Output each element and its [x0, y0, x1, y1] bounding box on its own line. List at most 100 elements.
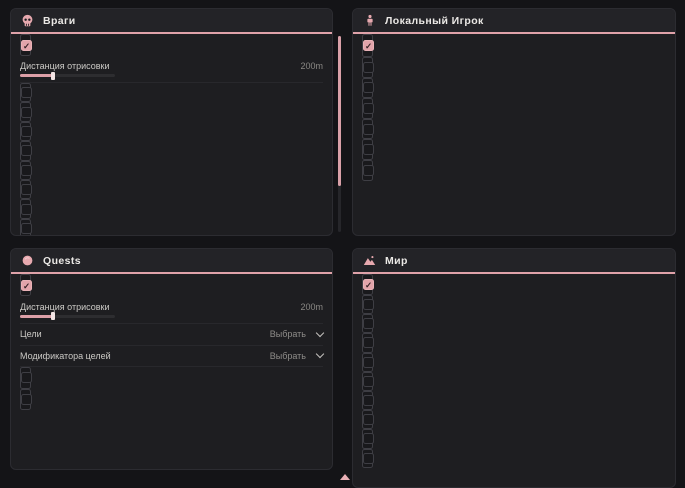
checkbox[interactable]	[363, 395, 374, 406]
skull-icon	[21, 14, 34, 27]
checkbox[interactable]: ✓	[21, 40, 32, 51]
dropdown-value: Выбрать	[270, 329, 306, 339]
checkbox[interactable]: ✓	[363, 40, 374, 51]
dropdown[interactable]: Выбрать	[270, 329, 323, 339]
checkbox-row: Скелет	[20, 180, 31, 199]
slider-fill	[20, 74, 53, 77]
checkbox[interactable]	[363, 124, 374, 135]
slider-label-line: Дистанция отрисовки 200m	[20, 302, 323, 312]
slider[interactable]	[20, 315, 115, 318]
panel-world: Мир Включить✓Источник светаСмена атмосфе…	[352, 248, 676, 488]
checkbox[interactable]	[21, 204, 32, 215]
checkbox-row: Включить✓	[20, 274, 31, 296]
slider-row: Дистанция отрисовки 200m	[20, 56, 323, 83]
slider-fill	[20, 315, 53, 318]
checkbox-row: Показывать мины	[362, 410, 373, 429]
checkbox[interactable]: ✓	[21, 280, 32, 291]
panel-local-player-header: Локальный Игрок	[353, 9, 675, 34]
checkbox-row: Чамс	[20, 122, 31, 141]
checkbox[interactable]	[363, 453, 374, 464]
checkbox[interactable]	[363, 433, 374, 444]
slider-value: 200m	[300, 61, 323, 71]
checkbox-row: Показать зоны снайперов	[362, 429, 373, 448]
checkbox-row: Линия обзора	[20, 199, 31, 218]
setting-label: Цели	[20, 329, 42, 339]
scroll-up-icon[interactable]	[340, 474, 350, 480]
checkbox-row: Показывать стационарное оружие	[362, 391, 373, 410]
checkbox[interactable]	[21, 107, 32, 118]
checkbox-row: Источник света	[362, 295, 373, 314]
checkbox-row: Полоска боезапаса	[20, 161, 31, 180]
checkbox[interactable]	[363, 165, 374, 176]
slider-value: 200m	[300, 302, 323, 312]
checkbox[interactable]	[363, 337, 374, 348]
checkbox[interactable]	[363, 318, 374, 329]
checkbox-row: Показать точки выхода	[362, 449, 373, 468]
checkbox-row: Показывать следы пуль	[362, 98, 373, 119]
panel-enemies-header: Враги	[11, 9, 332, 34]
checkbox[interactable]	[363, 62, 374, 73]
checkbox-row: Включить✓	[362, 34, 373, 57]
checkbox[interactable]	[363, 357, 374, 368]
checkbox-row: Показывать информацию об оружии	[362, 119, 373, 140]
checkbox-row: Полоска здоровья	[20, 141, 31, 160]
chevron-down-icon	[316, 329, 324, 337]
checkbox[interactable]	[21, 394, 32, 405]
panel-quests-header: Quests	[11, 249, 332, 274]
panel-quests: Quests Включить✓ Дистанция отрисовки 200m Ц…	[10, 248, 333, 470]
checkbox-row: Чамс	[362, 57, 373, 78]
checkbox-row: Показывать маркер попадания	[362, 78, 373, 99]
panel-world-header: Мир	[353, 249, 675, 274]
slider[interactable]	[20, 74, 115, 77]
slider-row: Дистанция отрисовки 200m	[20, 296, 323, 324]
checkbox[interactable]	[363, 144, 374, 155]
checkbox[interactable]	[363, 82, 374, 93]
panel-title: Враги	[43, 15, 76, 27]
checkbox-row: Показывать следы пуль	[20, 219, 31, 236]
checkbox[interactable]	[21, 184, 32, 195]
checkbox-row: Показать зоны заданий	[20, 367, 31, 389]
checkbox[interactable]	[21, 165, 32, 176]
checkbox-row: Смена атмосферы солнца	[362, 314, 373, 333]
checkbox-row: Изменение восхода	[362, 333, 373, 352]
checkbox-row: Включить✓	[362, 274, 373, 295]
checkbox[interactable]	[363, 299, 374, 310]
panel-local-player: Локальный Игрок Включить✓ЧамсПоказывать …	[352, 8, 676, 236]
checkbox-row: Показывать предметы заданий	[20, 389, 31, 411]
checkbox[interactable]	[21, 223, 32, 234]
setting-label: Дистанция отрисовки	[20, 61, 110, 71]
slider-thumb[interactable]	[51, 72, 55, 80]
checkbox-row: Проверка видимости	[20, 102, 31, 121]
checkbox[interactable]	[363, 376, 374, 387]
checkbox-row: Показывать прицел	[362, 139, 373, 160]
checkbox-row: Стрелки за пределами поля зрения	[20, 83, 31, 102]
panel-enemies: Враги Включить✓ Дистанция отрисовки 200m Ст…	[10, 8, 333, 236]
dropdown[interactable]: Выбрать	[270, 351, 323, 361]
panel-title: Локальный Игрок	[385, 15, 484, 27]
dropdown-value: Выбрать	[270, 351, 306, 361]
dropdown-row: Модификатора целей Выбрать	[20, 346, 323, 368]
checkbox[interactable]: ✓	[363, 279, 374, 290]
dropdown-row: Цели Выбрать	[20, 324, 323, 346]
checkbox[interactable]	[21, 145, 32, 156]
slider-label-line: Дистанция отрисовки 200m	[20, 61, 323, 71]
panel-title: Quests	[43, 255, 81, 267]
checkbox-row: Показывать выходы	[362, 372, 373, 391]
checkbox-row: Контроллер погоды	[362, 353, 373, 372]
slider-thumb[interactable]	[51, 312, 55, 320]
checkbox[interactable]	[21, 372, 32, 383]
setting-label: Модификатора целей	[20, 351, 111, 361]
mountain-icon	[363, 254, 376, 267]
checkbox-row: Звук попадания	[362, 160, 373, 181]
enemies-scrollbar-thumb[interactable]	[338, 36, 341, 186]
chevron-down-icon	[316, 350, 324, 358]
checkbox[interactable]	[21, 126, 32, 137]
setting-label: Дистанция отрисовки	[20, 302, 110, 312]
quest-icon	[21, 254, 34, 267]
checkbox[interactable]	[21, 87, 32, 98]
panel-title: Мир	[385, 255, 408, 267]
checkbox-row: Включить✓	[20, 34, 31, 56]
person-icon	[363, 14, 376, 27]
checkbox[interactable]	[363, 414, 374, 425]
checkbox[interactable]	[363, 103, 374, 114]
